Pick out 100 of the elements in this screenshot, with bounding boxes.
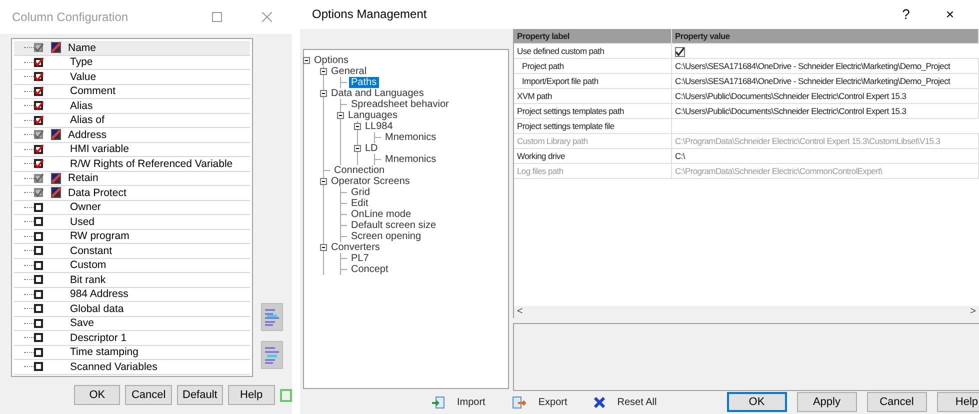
collapse-icon[interactable]	[337, 112, 344, 119]
scroll-left-button[interactable]: <	[514, 306, 526, 318]
checkbox[interactable]	[34, 202, 43, 212]
checkbox[interactable]	[34, 72, 43, 82]
collapse-icon[interactable]	[320, 68, 327, 75]
tree-item[interactable]: Paths	[349, 76, 379, 88]
property-label: Custom Library path	[514, 134, 672, 148]
x-icon	[594, 396, 606, 408]
dialog-button[interactable]: OK	[74, 385, 120, 405]
property-value: C:\ProgramData\Schneider Electric\CommonControlExpert\	[672, 164, 979, 178]
property-label: XVM path	[514, 88, 672, 103]
scroll-right-button[interactable]: >	[967, 306, 979, 318]
column-name: Address	[68, 128, 107, 141]
checkbox[interactable]	[675, 46, 685, 57]
collapse-icon[interactable]	[320, 90, 327, 97]
collapse-icon[interactable]	[354, 144, 361, 152]
help-button[interactable]: ?	[889, 6, 923, 22]
checkbox[interactable]	[34, 290, 43, 299]
property-label: Log files path	[514, 164, 672, 178]
tree-item[interactable]: Languages	[346, 110, 400, 121]
dialog-button[interactable]: Apply	[796, 392, 857, 412]
property-label: Working drive	[514, 148, 672, 163]
window-title: Options Management	[312, 7, 428, 22]
dialog-button[interactable]: Cancel	[125, 385, 172, 405]
checkbox[interactable]	[34, 348, 43, 357]
tree-item[interactable]: Mnemonics	[383, 154, 438, 165]
tree-item[interactable]: Options	[312, 54, 350, 66]
tree-item[interactable]: Edit	[349, 198, 370, 209]
tree-item[interactable]: Operator Screens	[329, 176, 412, 187]
column-name: Custom	[70, 259, 106, 272]
toolbar-button[interactable]: Reset All	[594, 396, 657, 408]
property-value: C:\Users\Public\Documents\Schneider Electric\Control Expert 15.3	[672, 104, 979, 118]
checkbox[interactable]	[34, 304, 43, 314]
checkbox[interactable]	[34, 232, 43, 241]
column-header: Property value	[672, 28, 979, 43]
column-name: Descriptor 1	[70, 332, 127, 344]
tree-item[interactable]: LL984	[363, 120, 395, 132]
move-down-button[interactable]	[261, 341, 283, 369]
close-icon[interactable]	[262, 12, 272, 22]
tree-item[interactable]: Grid	[349, 186, 372, 198]
checkbox[interactable]	[34, 159, 43, 168]
tree-item[interactable]: Data and Languages	[329, 88, 426, 99]
resize-grip-icon[interactable]	[280, 388, 292, 402]
checkbox[interactable]	[34, 333, 43, 342]
checkbox[interactable]	[34, 318, 43, 328]
tree-item[interactable]: Converters	[329, 242, 382, 253]
column-name: Value	[70, 70, 96, 83]
toolbar-button[interactable]: Export	[512, 396, 568, 409]
checkbox[interactable]	[34, 116, 43, 125]
checkbox[interactable]	[34, 275, 43, 284]
toolbar-button[interactable]: Import	[432, 396, 486, 409]
column-name: Time stamping	[70, 346, 138, 358]
collapse-icon[interactable]	[354, 122, 361, 130]
collapse-icon[interactable]	[320, 244, 327, 251]
tree-item[interactable]: Mnemonics	[383, 132, 438, 143]
checkbox[interactable]	[34, 144, 43, 154]
tree-item[interactable]: Default screen size	[349, 220, 438, 231]
property-label: Project path	[514, 58, 672, 73]
dialog-button[interactable]: Help	[228, 385, 274, 405]
tree-item[interactable]: PL7	[349, 252, 371, 264]
column-name: Save	[70, 317, 94, 330]
column-header: Property label	[514, 28, 672, 43]
collapse-icon[interactable]	[320, 178, 327, 185]
column-name: Constant	[70, 244, 112, 257]
column-name: Alias	[70, 100, 93, 112]
checkbox[interactable]	[34, 217, 43, 226]
column-name: Alias of	[70, 114, 104, 126]
property-value: C:\	[672, 148, 979, 163]
checkbox[interactable]	[34, 246, 43, 256]
tree-item[interactable]: Spreadsheet behavior	[349, 98, 451, 110]
checkbox[interactable]	[34, 362, 43, 372]
tree-item[interactable]: Concept	[349, 264, 390, 275]
column-name: Used	[70, 216, 95, 228]
window-title: Column Configuration	[12, 10, 130, 24]
property-label: Project settings templates path	[514, 104, 672, 118]
checkbox[interactable]	[34, 58, 43, 67]
property-label: Project settings template file	[514, 118, 672, 133]
column-name: Bit rank	[70, 274, 106, 286]
property-value: C:\Users\SESA171684\OneDrive - Schneider Electric\Marketing\Demo_Project	[672, 74, 979, 88]
dialog-button[interactable]: OK	[726, 392, 787, 412]
move-up-button[interactable]	[261, 303, 283, 331]
column-name: Comment	[70, 85, 116, 98]
column-name: Owner	[70, 201, 101, 214]
maximize-icon[interactable]	[212, 12, 222, 22]
checkbox[interactable]	[34, 260, 43, 270]
tree-item[interactable]: General	[329, 66, 369, 77]
tree-item[interactable]: LD	[363, 142, 380, 154]
collapse-icon[interactable]	[303, 56, 310, 64]
property-value: C:\ProgramData\Schneider Electric\Control Expert 15.3\CustomLibset\V15.3	[672, 134, 979, 148]
checkbox[interactable]	[34, 101, 43, 110]
tree-item[interactable]: Screen opening	[349, 230, 424, 242]
tree-item[interactable]: Connection	[332, 164, 387, 176]
dialog-button[interactable]: Help	[936, 392, 979, 412]
checkbox[interactable]	[34, 86, 43, 96]
tree-item[interactable]: OnLine mode	[349, 208, 414, 220]
dialog-button[interactable]: Cancel	[866, 392, 927, 412]
close-button[interactable]: ×	[933, 6, 967, 22]
property-label: Use defined custom path	[514, 44, 672, 58]
property-label: Import/Export file path	[514, 74, 672, 88]
dialog-button[interactable]: Default	[176, 385, 224, 405]
